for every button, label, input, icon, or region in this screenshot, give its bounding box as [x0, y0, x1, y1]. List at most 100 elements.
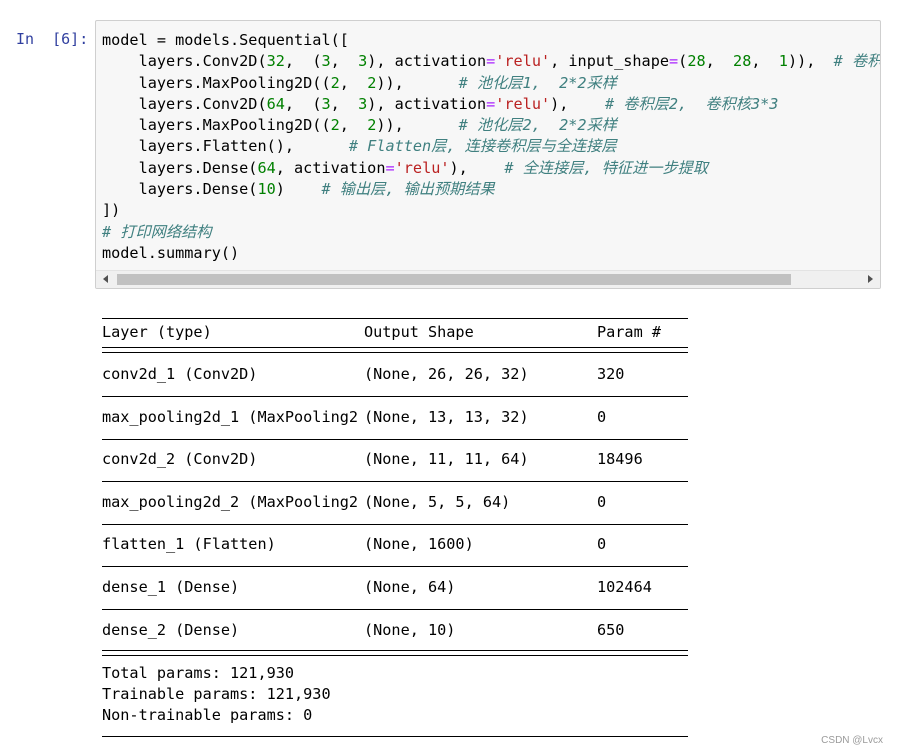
code-line: layers.MaxPooling2D((2, 2)), # 池化层1, 2*2… — [102, 73, 880, 94]
code-token: , — [339, 73, 368, 92]
row-output-shape: (None, 64) — [364, 578, 456, 596]
row-layer: conv2d_2 (Conv2D) — [102, 450, 258, 469]
scroll-right-icon[interactable] — [868, 275, 873, 283]
code-token: , — [751, 52, 779, 71]
code-line: layers.Conv2D(32, (3, 3), activation='re… — [102, 51, 880, 72]
horizontal-scrollbar[interactable] — [96, 270, 880, 288]
code-token: ), activation — [367, 94, 487, 113]
code-token: = — [385, 158, 395, 177]
row-layer: flatten_1 (Flatten) — [102, 535, 276, 554]
code-token: = — [486, 94, 496, 113]
code-token: # 全连接层, 特征进一步提取 — [504, 158, 709, 177]
code-token: 3 — [358, 94, 368, 113]
code-token: 64 — [266, 94, 285, 113]
code-token: , — [339, 116, 368, 135]
scroll-left-icon[interactable] — [103, 275, 108, 283]
row-layer: dense_1 (Dense) — [102, 578, 240, 596]
summary-double-rule — [102, 347, 688, 353]
code-token: , — [330, 94, 359, 113]
summary-top-rule — [102, 318, 688, 319]
row-output-shape: (None, 26, 26, 32) — [364, 365, 529, 383]
row-output-shape: (None, 5, 5, 64) — [364, 492, 511, 511]
code-token: , ( — [284, 94, 322, 113]
code-token: 2 — [367, 116, 377, 135]
code-token: 2 — [330, 73, 340, 92]
code-token: # 卷积层2, 卷积核3*3 — [605, 94, 779, 113]
code-token: layers.Dense( — [102, 180, 258, 199]
non-trainable-params: Non-trainable params: 0 — [102, 706, 313, 725]
code-token: ]) — [102, 201, 121, 220]
code-line: layers.MaxPooling2D((2, 2)), # 池化层2, 2*2… — [102, 115, 880, 136]
code-token: , — [705, 52, 734, 71]
code-line: layers.Conv2D(64, (3, 3), activation='re… — [102, 94, 880, 115]
row-param: 320 — [597, 365, 625, 383]
row-layer: conv2d_1 (Conv2D) — [102, 365, 258, 383]
code-token: # 打印网络结构 — [102, 222, 212, 241]
code-token: , activation — [275, 158, 386, 177]
row-param: 650 — [597, 620, 625, 639]
row-separator — [102, 566, 688, 568]
row-output-shape: (None, 10) — [364, 620, 456, 639]
code-token: , input_shape — [550, 52, 669, 71]
row-layer: dense_2 (Dense) — [102, 620, 240, 639]
code-token: ), activation — [367, 52, 487, 71]
code-editor[interactable]: model = models.Sequential([ layers.Conv2… — [102, 30, 880, 264]
summary-bottom-rule — [102, 735, 688, 737]
code-token: layers.Flatten(), — [102, 137, 349, 156]
code-token: )), — [787, 52, 834, 71]
code-token: layers.MaxPooling2D(( — [102, 73, 331, 92]
code-token: 'relu' — [394, 158, 450, 177]
row-separator — [102, 481, 688, 483]
code-line: layers.Dense(64, activation='relu'), # 全… — [102, 158, 880, 179]
code-cell[interactable]: model = models.Sequential([ layers.Conv2… — [95, 20, 881, 289]
code-token: layers.MaxPooling2D(( — [102, 116, 331, 135]
scrollbar-thumb[interactable] — [117, 274, 791, 285]
code-token: , — [330, 52, 359, 71]
code-line: ]) — [102, 200, 880, 221]
code-token: 3 — [321, 52, 331, 71]
summary-double-rule — [102, 649, 688, 656]
code-token: 64 — [257, 158, 276, 177]
row-param: 102464 — [597, 578, 652, 596]
row-layer: max_pooling2d_1 (MaxPooling2 — [102, 407, 359, 426]
code-token: 10 — [257, 180, 276, 199]
code-token: 1 — [778, 52, 788, 71]
code-token: # 输出层, 输出预期结果 — [321, 180, 495, 199]
code-token: , ( — [284, 52, 322, 71]
header-layer: Layer (type) — [102, 323, 212, 341]
code-token: ) — [275, 180, 322, 199]
code-token: layers.Conv2D( — [102, 52, 267, 71]
row-separator — [102, 523, 688, 525]
row-param: 0 — [597, 535, 607, 554]
row-separator — [102, 396, 688, 397]
code-token: 2 — [367, 73, 377, 92]
code-token: = — [669, 52, 679, 71]
code-token: 'relu' — [495, 94, 551, 113]
code-token: 'relu' — [495, 52, 551, 71]
header-param: Param # — [597, 323, 662, 341]
code-token: ), — [550, 94, 605, 113]
code-token: layers.Dense( — [102, 158, 258, 177]
code-token: 3 — [358, 52, 368, 71]
code-line: model.summary() — [102, 243, 880, 264]
watermark: CSDN @Lvcx — [821, 735, 883, 746]
code-token: 3 — [321, 94, 331, 113]
code-token: 28 — [687, 52, 706, 71]
row-output-shape: (None, 1600) — [364, 535, 474, 554]
code-token: model.summary() — [102, 243, 240, 262]
code-token: 2 — [330, 116, 340, 135]
code-token: ), — [449, 158, 505, 177]
model-summary-output: Layer (type) Output Shape Param # conv2d… — [102, 318, 688, 737]
row-separator — [102, 609, 688, 610]
code-token: ( — [678, 52, 688, 71]
row-param: 0 — [597, 492, 607, 511]
row-layer: max_pooling2d_2 (MaxPooling2 — [102, 492, 359, 511]
code-token: 28 — [733, 52, 752, 71]
trainable-params: Trainable params: 121,930 — [102, 684, 331, 703]
code-token: # 池化层1, 2*2采样 — [458, 73, 617, 92]
code-line: # 打印网络结构 — [102, 222, 880, 243]
code-token: # 卷积层1, 卷积核3*3 — [833, 52, 881, 71]
code-line: layers.Dense(10) # 输出层, 输出预期结果 — [102, 179, 880, 200]
code-token: # 池化层2, 2*2采样 — [458, 116, 617, 135]
code-token: )), — [376, 73, 459, 92]
